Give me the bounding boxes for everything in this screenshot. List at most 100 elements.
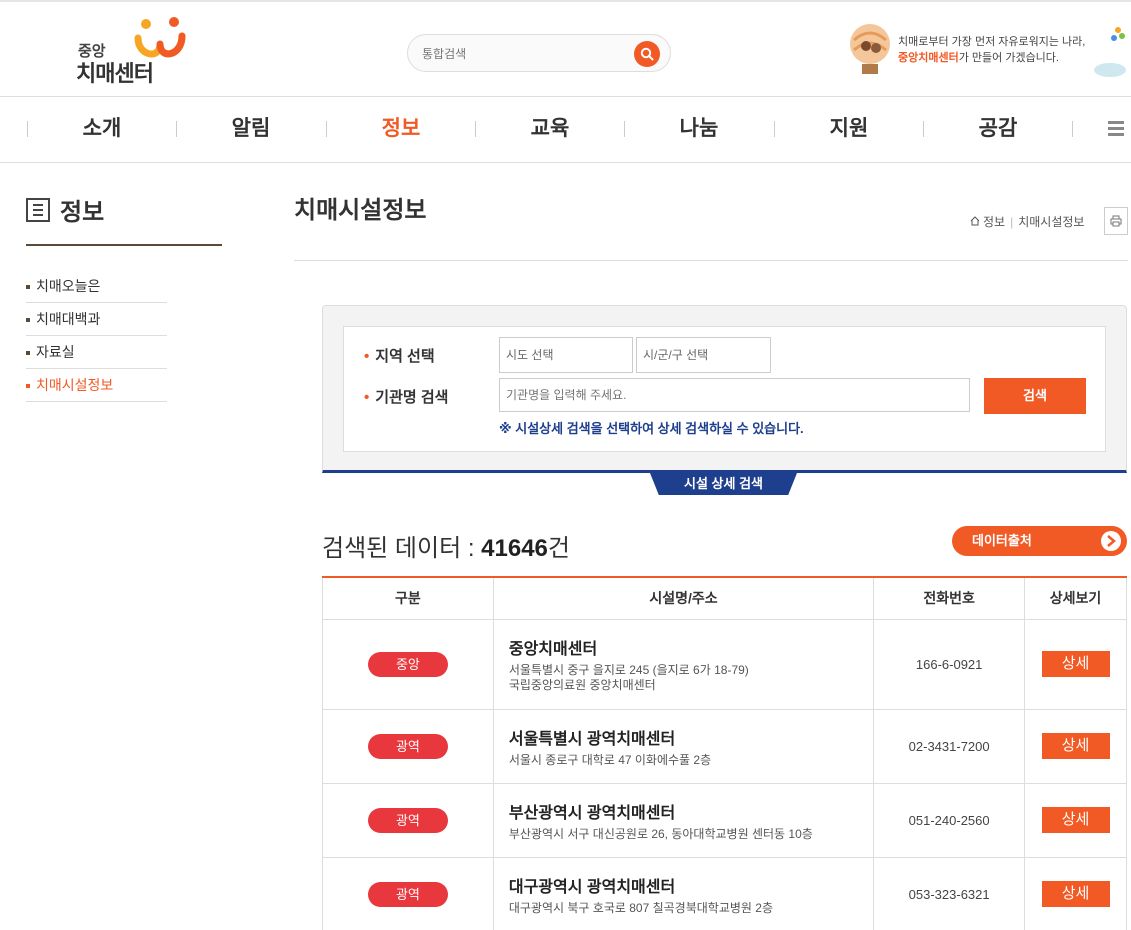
facility-table: 구분 시설명/주소 전화번호 상세보기 중앙 중앙치매센터 서울특별시 중구 을… <box>322 576 1127 930</box>
side-item-facility-info[interactable]: 치매시설정보 <box>26 369 167 402</box>
global-search <box>407 34 671 72</box>
global-search-button[interactable] <box>634 41 660 67</box>
type-cell: 광역 <box>322 856 494 930</box>
column-header-name: 시설명/주소 <box>492 577 875 620</box>
detail-cell: 상세 <box>1024 708 1127 784</box>
slogan-org: 중앙치매센터 <box>898 52 959 64</box>
print-button[interactable] <box>1104 207 1128 235</box>
result-count-suffix: 건 <box>547 535 570 562</box>
site-logo[interactable]: 중앙 치매센터 <box>76 16 196 86</box>
chevron-right-icon <box>1101 531 1121 551</box>
facility-cell: 대구광역시 광역치매센터 대구광역시 북구 호국로 807 칠곡경북대학교병원 … <box>492 856 875 930</box>
table-row: 광역 서울특별시 광역치매센터 서울시 종로구 대학로 47 이화에수풀 2층 … <box>322 708 1127 784</box>
facility-address: 부산광역시 서구 대신공원로 26, 동아대학교병원 센터동 10층 <box>508 826 813 841</box>
nav-item-intro[interactable]: 소개 <box>27 97 177 163</box>
nav-item-info[interactable]: 정보 <box>326 97 476 163</box>
slogan-line-2-rest: 가 만들어 가겠습니다. <box>958 52 1059 64</box>
type-cell: 광역 <box>322 782 494 858</box>
table-row: 중앙 중앙치매센터 서울특별시 중구 을지로 245 (을지로 6가 18-79… <box>322 618 1127 710</box>
facility-address: 서울특별시 중구 을지로 245 (을지로 6가 18-79) <box>508 663 749 677</box>
type-badge: 중앙 <box>367 651 448 677</box>
page-title: 치매시설정보 <box>294 197 427 224</box>
nav-item-education[interactable]: 교육 <box>475 97 625 163</box>
nav-item-support[interactable]: 지원 <box>774 97 924 163</box>
table-header-row: 구분 시설명/주소 전화번호 상세보기 <box>322 577 1127 620</box>
search-icon <box>640 47 654 61</box>
facility-search-form: 지역 선택 시도 선택 시/군/구 선택 기관명 검색 검색 ※ 시설상세 검색… <box>343 326 1106 452</box>
region-label: 지역 선택 <box>364 345 434 366</box>
detail-search-tab[interactable]: 시설 상세 검색 <box>650 473 797 495</box>
slogan-banner: 치매로부터 가장 먼저 자유로워지는 나라, 중앙치매센터가 만들어 가겠습니다… <box>848 20 1131 84</box>
breadcrumb: 정보 | 치매시설정보 <box>970 213 1084 230</box>
nav-item-notice[interactable]: 알림 <box>176 97 326 163</box>
facility-search-panel: 지역 선택 시도 선택 시/군/구 선택 기관명 검색 검색 ※ 시설상세 검색… <box>322 305 1127 473</box>
nav-divider <box>1072 121 1073 137</box>
detail-button[interactable]: 상세 <box>1041 651 1110 677</box>
facility-address: 서울시 종로구 대학로 47 이화에수풀 2층 <box>508 752 712 767</box>
column-header-type: 구분 <box>322 577 494 620</box>
side-item-dementia-encyclopedia[interactable]: 치매대백과 <box>26 303 167 336</box>
facility-name-input[interactable] <box>499 378 970 412</box>
facility-name: 서울특별시 광역치매센터 <box>508 730 676 748</box>
detail-cell: 상세 <box>1024 856 1127 930</box>
side-title-text: 정보 <box>60 199 105 226</box>
result-count-prefix: 검색된 데이터 : <box>322 535 482 562</box>
type-cell: 광역 <box>322 708 494 784</box>
slogan-text: 치매로부터 가장 먼저 자유로워지는 나라, 중앙치매센터가 만들어 가겠습니다… <box>898 34 1085 66</box>
document-icon <box>26 198 50 222</box>
data-source-button[interactable]: 데이터출처 <box>952 526 1127 556</box>
main-navigation: 소개 알림 정보 교육 나눔 지원 공감 <box>0 97 1131 163</box>
breadcrumb-item[interactable]: 치매시설정보 <box>1018 215 1084 229</box>
detail-cell: 상세 <box>1024 618 1127 710</box>
slogan-line-1: 치매로부터 가장 먼저 자유로워지는 나라, <box>898 36 1086 48</box>
data-source-label: 데이터출처 <box>972 533 1032 548</box>
result-count: 검색된 데이터 : 41646건 <box>322 528 570 563</box>
type-badge: 광역 <box>367 881 448 907</box>
detail-button[interactable]: 상세 <box>1041 807 1110 833</box>
name-label: 기관명 검색 <box>364 386 448 407</box>
site-header: 중앙 치매센터 치매로부터 가장 먼저 자유로워지는 나라, <box>0 0 1131 97</box>
home-icon[interactable] <box>970 216 980 226</box>
facility-name: 대구광역시 광역치매센터 <box>508 878 676 896</box>
search-button[interactable]: 검색 <box>984 378 1086 414</box>
hamburger-menu-icon[interactable] <box>1108 121 1124 137</box>
facility-address-detail: 국립중앙의료원 중앙치매센터 <box>508 678 656 692</box>
phone-cell: 051-240-2560 <box>873 782 1026 858</box>
search-hint: ※ 시설상세 검색을 선택하여 상세 검색하실 수 있습니다. <box>499 421 804 436</box>
balloon-illustration-icon <box>850 24 890 74</box>
sido-select[interactable]: 시도 선택 <box>499 337 633 373</box>
nav-item-share[interactable]: 나눔 <box>624 97 774 163</box>
phone-cell: 02-3431-7200 <box>873 708 1026 784</box>
detail-button[interactable]: 상세 <box>1041 881 1110 907</box>
logo-mark-icon <box>134 17 186 58</box>
facility-address: 대구광역시 북구 호국로 807 칠곡경북대학교병원 2층 <box>508 900 774 915</box>
detail-button[interactable]: 상세 <box>1041 733 1110 759</box>
column-header-phone: 전화번호 <box>873 577 1026 620</box>
print-icon <box>1110 215 1122 227</box>
slogan-line-2: 중앙치매센터가 만들어 가겠습니다. <box>898 50 1085 66</box>
type-badge: 광역 <box>367 807 448 833</box>
table-row: 광역 부산광역시 광역치매센터 부산광역시 서구 대신공원로 26, 동아대학교… <box>322 782 1127 858</box>
sigungu-select[interactable]: 시/군/구 선택 <box>636 337 771 373</box>
facility-name: 부산광역시 광역치매센터 <box>508 804 676 822</box>
side-title: 정보 <box>26 192 222 246</box>
facility-cell: 부산광역시 광역치매센터 부산광역시 서구 대신공원로 26, 동아대학교병원 … <box>492 782 875 858</box>
side-item-dementia-today[interactable]: 치매오늘은 <box>26 270 167 303</box>
phone-cell: 053-323-6321 <box>873 856 1026 930</box>
breadcrumb-item[interactable]: 정보 <box>983 215 1005 229</box>
divider <box>294 260 1128 261</box>
column-header-detail: 상세보기 <box>1024 577 1127 620</box>
decoration-clouds-icon <box>1094 27 1126 77</box>
result-count-number: 41646 <box>481 535 548 562</box>
global-search-input[interactable] <box>422 44 622 64</box>
table-row: 광역 대구광역시 광역치매센터 대구광역시 북구 호국로 807 칠곡경북대학교… <box>322 856 1127 930</box>
facility-cell: 서울특별시 광역치매센터 서울시 종로구 대학로 47 이화에수풀 2층 <box>492 708 875 784</box>
facility-name: 중앙치매센터 <box>508 641 598 658</box>
type-badge: 광역 <box>367 733 448 759</box>
facility-cell: 중앙치매센터 서울특별시 중구 을지로 245 (을지로 6가 18-79) 국… <box>492 618 875 710</box>
side-item-archive[interactable]: 자료실 <box>26 336 167 369</box>
side-menu: 치매오늘은 치매대백과 자료실 치매시설정보 <box>26 270 167 402</box>
type-cell: 중앙 <box>322 618 494 710</box>
nav-item-empathy[interactable]: 공감 <box>923 97 1073 163</box>
phone-cell: 166-6-0921 <box>873 618 1026 710</box>
